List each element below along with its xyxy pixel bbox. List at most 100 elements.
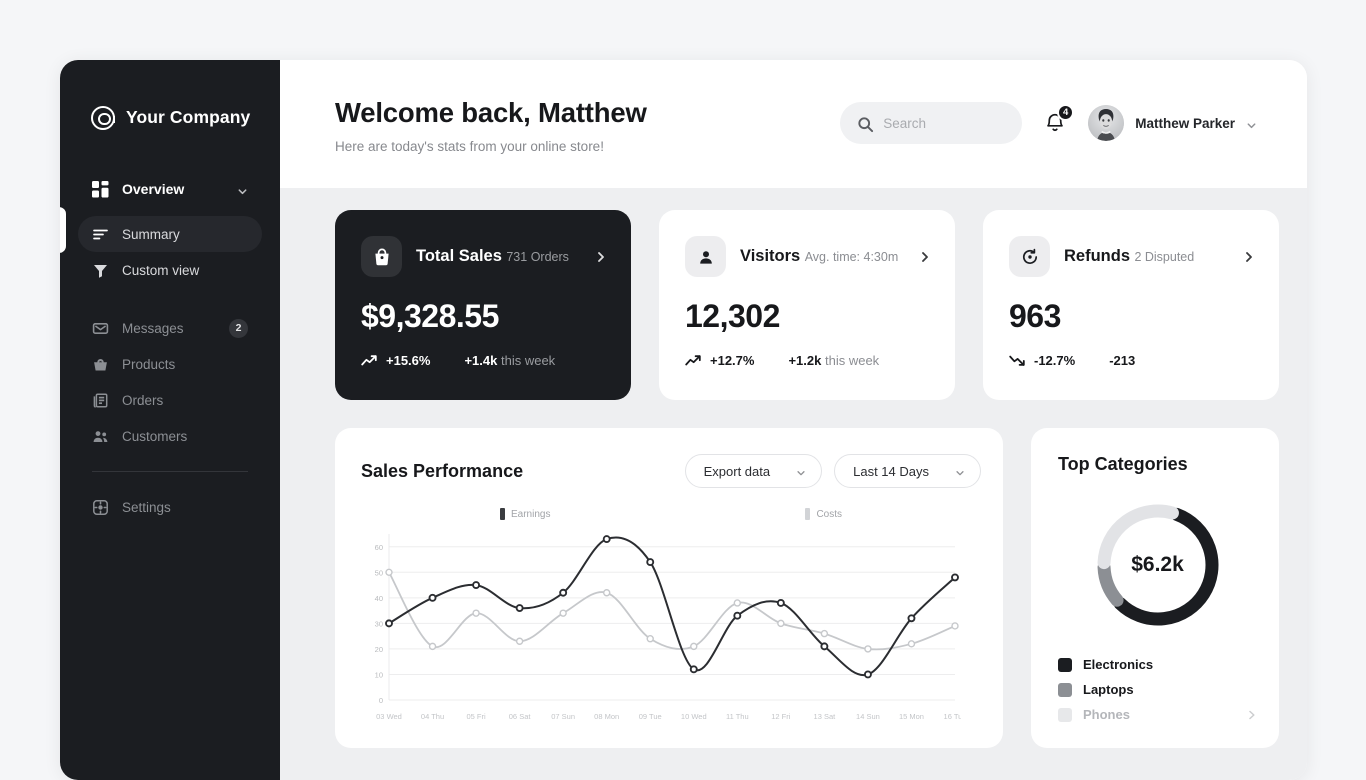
list-item[interactable]: Phones (1058, 702, 1257, 727)
stat-card-refunds[interactable]: Refunds 2 Disputed 963 -12.7% -213 (983, 210, 1279, 400)
chevron-down-icon[interactable] (237, 184, 248, 195)
sidebar: Your Company Overview Summary (60, 60, 280, 780)
top-categories-panel: Top Categories $6.2k Electronics Laptops (1031, 428, 1279, 748)
sidebar-divider (92, 471, 248, 472)
sidebar-item-custom-view[interactable]: Custom view (78, 252, 262, 288)
sidebar-nav: Overview Summary Custom view (60, 171, 280, 525)
chevron-down-icon[interactable] (1246, 118, 1257, 129)
svg-text:07 Sun: 07 Sun (551, 712, 575, 721)
category-swatch (1058, 658, 1072, 672)
panel-controls: Export data Last 14 Days (685, 454, 981, 488)
list-lines-icon (92, 226, 109, 243)
profile-menu[interactable]: Matthew Parker (1088, 105, 1257, 141)
stat-card-value: 963 (1009, 298, 1255, 335)
stat-card-value: $9,328.55 (361, 298, 607, 335)
stat-card-delta: +15.6% (386, 353, 430, 368)
svg-text:30: 30 (375, 620, 383, 629)
category-swatch (1058, 683, 1072, 697)
stat-card-extra-rest: this week (825, 353, 879, 368)
stat-card-extra-rest: this week (501, 353, 555, 368)
welcome-block: Welcome back, Matthew Here are today's s… (335, 96, 840, 154)
brand[interactable]: Your Company (60, 60, 280, 123)
date-range-dropdown[interactable]: Last 14 Days (834, 454, 981, 488)
stat-card-title: Total Sales (416, 247, 502, 265)
users-icon (92, 428, 109, 445)
chart-canvas: 010203040506003 Wed04 Thu05 Fri06 Sat07 … (361, 526, 961, 726)
stat-card-extra-strong: +1.4k (464, 353, 497, 368)
panel-header: Sales Performance Export data Last 14 Da… (361, 454, 981, 488)
page-title: Welcome back, Matthew (335, 96, 840, 129)
search-box[interactable] (840, 102, 1022, 144)
stat-card-visitors[interactable]: Visitors Avg. time: 4:30m 12,302 +12.7% (659, 210, 955, 400)
svg-text:08 Mon: 08 Mon (594, 712, 619, 721)
svg-text:40: 40 (375, 594, 383, 603)
legend-swatch (500, 508, 505, 520)
stat-card-titles: Visitors Avg. time: 4:30m (740, 246, 905, 267)
svg-text:09 Tue: 09 Tue (639, 712, 662, 721)
active-section-indicator (60, 207, 66, 253)
svg-text:60: 60 (375, 543, 383, 552)
chevron-down-icon (796, 466, 806, 476)
avatar (1088, 105, 1124, 141)
app-window: Your Company Overview Summary (60, 60, 1307, 780)
sidebar-item-messages[interactable]: Messages 2 (78, 310, 262, 346)
stat-card-total-sales[interactable]: Total Sales 731 Orders $9,328.55 +15.6% (335, 210, 631, 400)
stat-card-extra: +1.4k this week (464, 353, 555, 368)
sidebar-item-label: Orders (122, 393, 248, 408)
svg-text:11 Thu: 11 Thu (726, 712, 749, 721)
dashboard-content: Total Sales 731 Orders $9,328.55 +15.6% (280, 188, 1307, 780)
chevron-right-icon[interactable] (1247, 709, 1257, 721)
stat-card-header: Visitors Avg. time: 4:30m (685, 236, 931, 277)
panel-title: Top Categories (1058, 454, 1257, 475)
page-subtitle: Here are today's stats from your online … (335, 139, 840, 154)
export-data-label: Export data (704, 464, 771, 479)
receipt-icon (92, 392, 109, 409)
sidebar-item-label: Settings (122, 500, 248, 515)
sidebar-item-label: Products (122, 357, 248, 372)
list-item[interactable]: Electronics (1058, 652, 1257, 677)
at-circle-icon (91, 106, 115, 130)
stat-card-footer: +12.7% +1.2k this week (685, 353, 931, 368)
category-label: Phones (1083, 707, 1236, 722)
svg-text:0: 0 (379, 696, 383, 705)
chevron-down-icon (955, 466, 965, 476)
shopping-bag-icon (361, 236, 402, 277)
svg-text:04 Thu: 04 Thu (421, 712, 444, 721)
list-item[interactable]: Laptops (1058, 677, 1257, 702)
stat-card-delta: -12.7% (1034, 353, 1075, 368)
profile-name: Matthew Parker (1135, 116, 1235, 131)
sidebar-item-orders[interactable]: Orders (78, 382, 262, 418)
chevron-right-icon[interactable] (919, 250, 931, 264)
search-input[interactable] (883, 116, 1005, 131)
topbar: Welcome back, Matthew Here are today's s… (280, 60, 1307, 188)
svg-text:13 Sat: 13 Sat (814, 712, 837, 721)
svg-text:50: 50 (375, 569, 383, 578)
sidebar-item-overview[interactable]: Overview (78, 171, 262, 207)
stat-card-subtitle: Avg. time: 4:30m (805, 250, 899, 264)
date-range-label: Last 14 Days (853, 464, 929, 479)
svg-text:10: 10 (375, 671, 383, 680)
lower-panels: Sales Performance Export data Last 14 Da… (335, 428, 1279, 748)
sidebar-item-label: Overview (122, 181, 224, 197)
chevron-right-icon[interactable] (1243, 250, 1255, 264)
svg-text:15 Mon: 15 Mon (899, 712, 924, 721)
sidebar-item-products[interactable]: Products (78, 346, 262, 382)
sidebar-item-customers[interactable]: Customers (78, 418, 262, 454)
stat-card-title: Refunds (1064, 247, 1130, 265)
notification-count-badge: 4 (1057, 104, 1074, 121)
sidebar-item-label: Messages (122, 321, 216, 336)
svg-text:20: 20 (375, 645, 383, 654)
legend-item-costs: Costs (805, 508, 842, 520)
chevron-right-icon[interactable] (595, 250, 607, 264)
legend-item-earnings: Earnings (500, 508, 550, 520)
stat-card-titles: Refunds 2 Disputed (1064, 246, 1229, 267)
brand-name: Your Company (126, 107, 250, 128)
svg-text:06 Sat: 06 Sat (509, 712, 532, 721)
sidebar-item-summary[interactable]: Summary (78, 216, 262, 252)
sidebar-item-settings[interactable]: Settings (78, 489, 262, 525)
refund-circle-icon (1009, 236, 1050, 277)
donut-center-value: $6.2k (1058, 497, 1257, 633)
notifications-button[interactable]: 4 (1044, 111, 1066, 135)
export-data-dropdown[interactable]: Export data (685, 454, 823, 488)
stat-card-extra-strong: -213 (1109, 353, 1135, 368)
